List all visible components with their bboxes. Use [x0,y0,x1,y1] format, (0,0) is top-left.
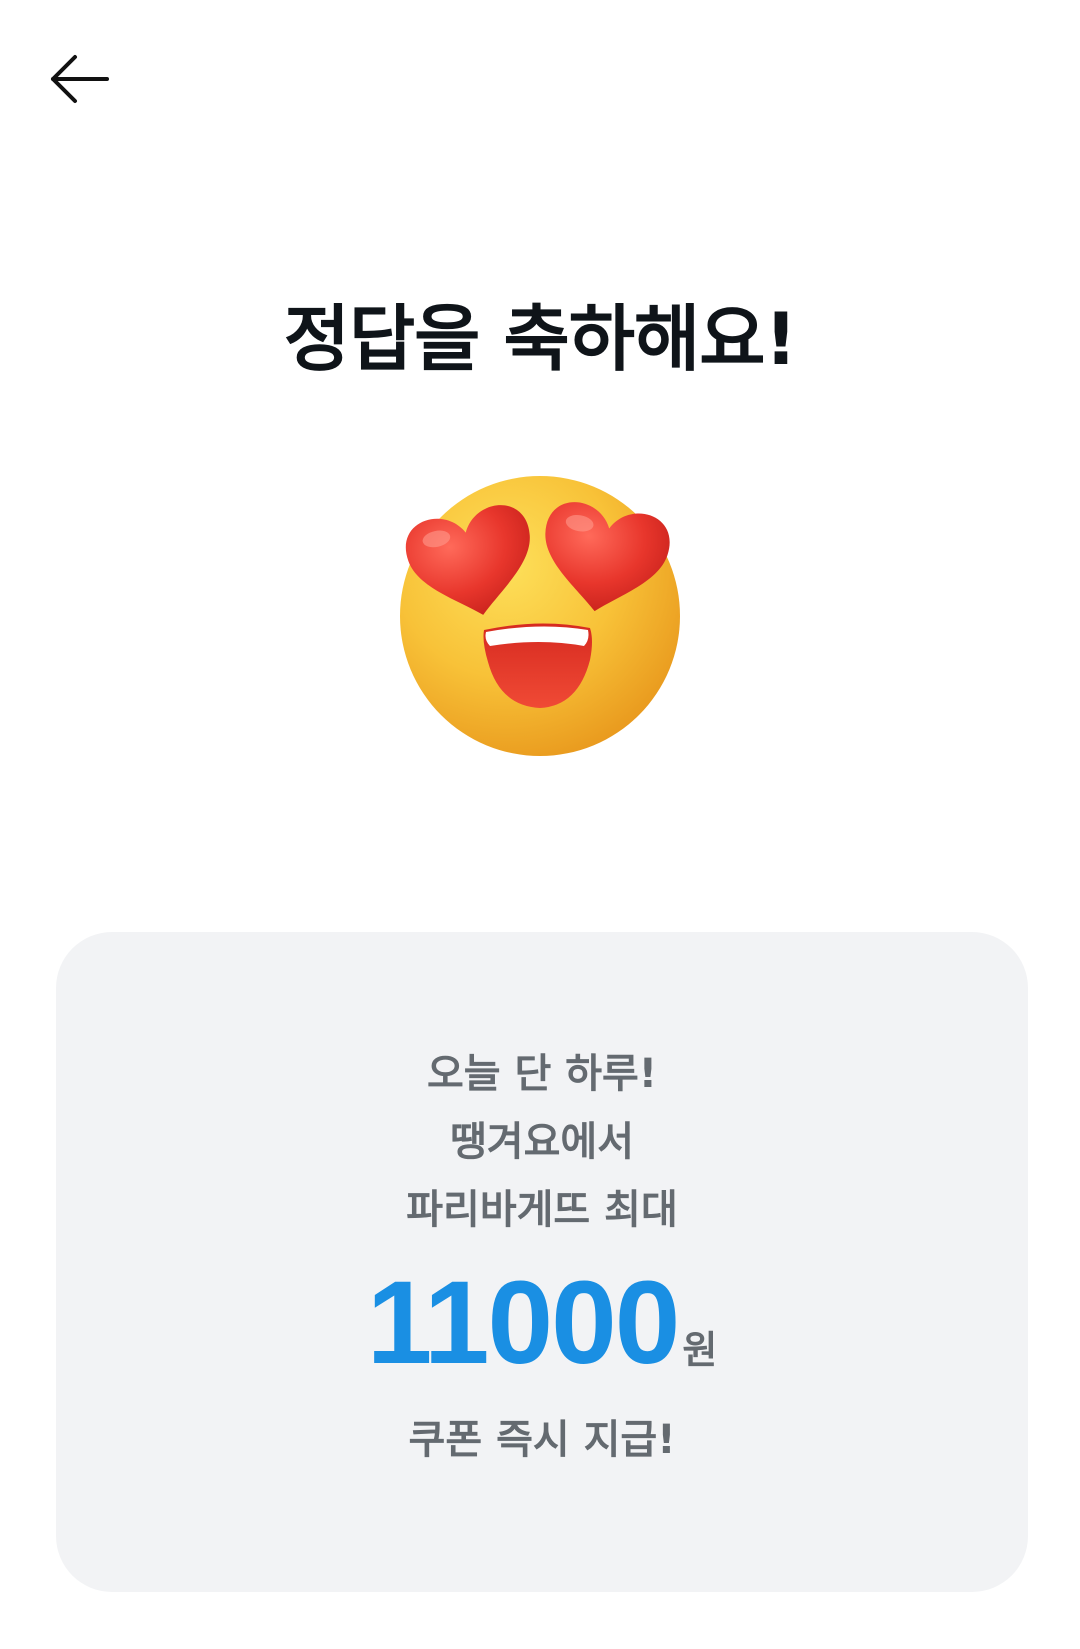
promo-line-2: 땡겨요에서 [450,1119,634,1165]
promo-line-4: 쿠폰 즉시 지급! [408,1417,676,1463]
amount-value: 11000 [366,1257,681,1389]
page-title: 정답을 축하해요! [283,297,798,381]
promo-line-3: 파리바게뜨 최대 [406,1187,678,1233]
promo-card: 오늘 단 하루! 땡겨요에서 파리바게뜨 최대 11000 원 쿠폰 즉시 지급! [56,932,1028,1592]
discount-amount: 11000 원 [56,1264,1028,1382]
amount-unit: 원 [682,1328,718,1372]
arrow-left-icon [49,54,111,108]
heart-eyes-smiling-face-icon [394,470,686,762]
back-button[interactable] [40,50,120,112]
promo-line-1: 오늘 단 하루! [426,1051,658,1097]
